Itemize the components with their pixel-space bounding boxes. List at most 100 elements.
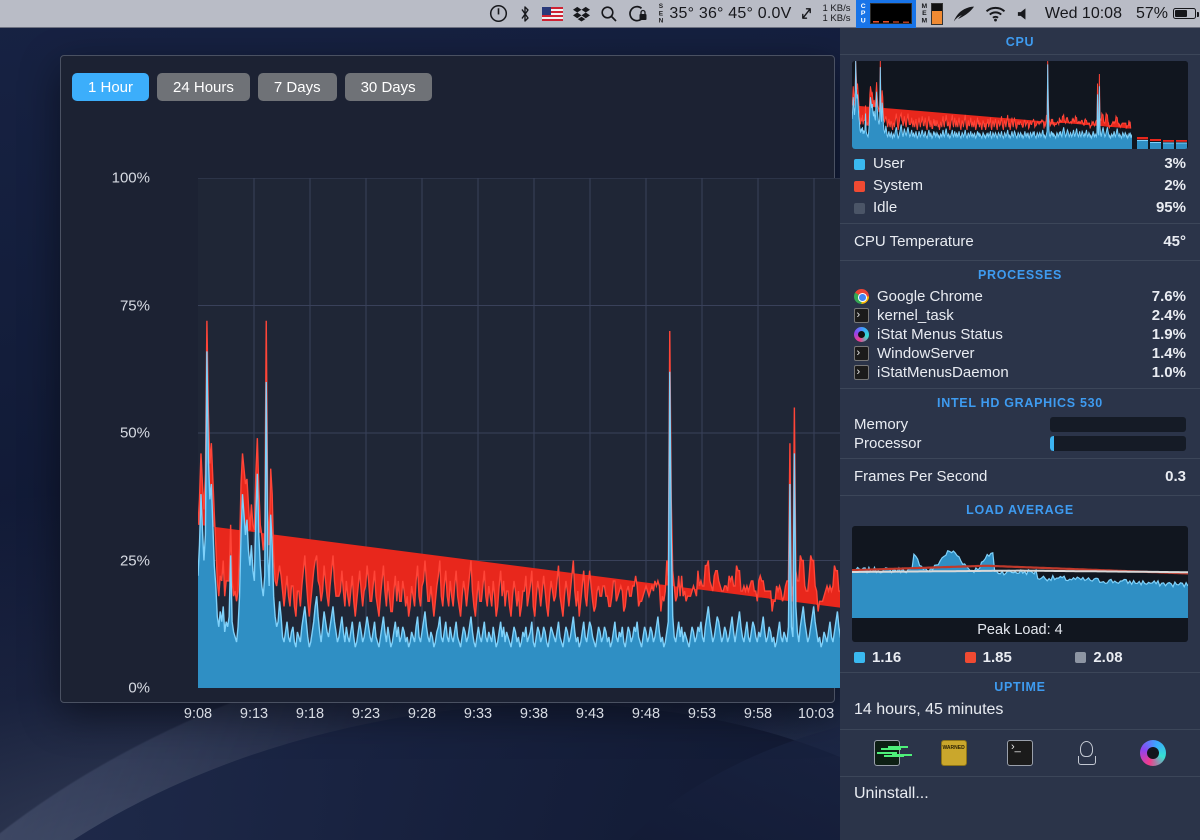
cpu-temperature-value: 45° bbox=[1163, 232, 1186, 252]
console-icon-text: WARNED bbox=[942, 745, 964, 751]
y-tick-50: 50% bbox=[70, 425, 150, 442]
cpu-legend-idle-value: 95% bbox=[1156, 198, 1186, 218]
menubar-clock[interactable]: Wed 10:08 bbox=[1038, 0, 1129, 28]
tab-30-days[interactable]: 30 Days bbox=[345, 73, 432, 101]
battery-icon[interactable] bbox=[1173, 8, 1196, 19]
terminal-icon bbox=[854, 308, 869, 323]
process-row[interactable]: iStatMenusDaemon 1.0% bbox=[840, 363, 1200, 388]
quick-launch-icons: WARNED bbox=[840, 730, 1200, 776]
istat-menus-dropdown: CPU bbox=[840, 28, 1200, 840]
gpu-processor-label: Processor bbox=[854, 435, 922, 452]
volume-icon[interactable] bbox=[1011, 0, 1038, 28]
gpu-processor-fill bbox=[1050, 436, 1054, 451]
cpu-history-main bbox=[852, 61, 1132, 149]
gpu-section-title: INTEL HD GRAPHICS 530 bbox=[840, 389, 1200, 415]
load-legend-15min: 2.08 bbox=[1075, 649, 1186, 666]
uptime-row: 14 hours, 45 minutes bbox=[840, 699, 1200, 729]
cpu-chart: 100% 75% 50% 25% 0% 9:08 9:13 9:18 9:23 … bbox=[61, 114, 836, 704]
process-value: 1.0% bbox=[1152, 363, 1186, 382]
us-flag-icon[interactable] bbox=[537, 0, 568, 28]
process-row[interactable]: WindowServer 1.4% bbox=[840, 344, 1200, 363]
network-down-value: 1 KB/s bbox=[822, 14, 850, 24]
system-information-icon[interactable] bbox=[1073, 740, 1099, 766]
cpu-history-window: 1 Hour 24 Hours 7 Days 30 Days 100% 75% … bbox=[60, 55, 835, 703]
tab-24-hours[interactable]: 24 Hours bbox=[157, 73, 250, 101]
x-tick-11: 10:03 bbox=[798, 706, 834, 722]
process-name: iStatMenusDaemon bbox=[877, 363, 1009, 382]
console-icon[interactable]: WARNED bbox=[941, 740, 967, 766]
process-value: 7.6% bbox=[1152, 287, 1186, 306]
cpu-legend-user-value: 3% bbox=[1164, 154, 1186, 174]
battery-percent[interactable]: 57% bbox=[1129, 0, 1170, 28]
activity-monitor-icon[interactable] bbox=[874, 740, 900, 766]
process-row[interactable]: iStat Menus Status 1.9% bbox=[840, 325, 1200, 344]
sensor-readings[interactable]: 35° 36° 45° 0.0V bbox=[665, 0, 795, 28]
process-row[interactable]: Google Chrome 7.6% bbox=[840, 287, 1200, 306]
x-tick-7: 9:43 bbox=[576, 706, 604, 722]
load-5min-value: 1.85 bbox=[983, 649, 1012, 666]
menu-bar: SEN 35° 36° 45° 0.0V 1 KB/s 1 KB/s CPU bbox=[0, 0, 1200, 28]
y-tick-100: 100% bbox=[70, 170, 150, 187]
load-average-graph bbox=[852, 526, 1188, 618]
fps-row: Frames Per Second 0.3 bbox=[840, 459, 1200, 495]
terminal-icon bbox=[854, 346, 869, 361]
load-15min-swatch bbox=[1075, 652, 1086, 663]
menu-bar-status-items: SEN 35° 36° 45° 0.0V 1 KB/s 1 KB/s CPU bbox=[484, 0, 1200, 28]
menubar-mem-label: MEM bbox=[921, 3, 928, 25]
network-up-value: 1 KB/s bbox=[822, 4, 850, 14]
load-5min-swatch bbox=[965, 652, 976, 663]
terminal-icon bbox=[854, 365, 869, 380]
processes-section-title: PROCESSES bbox=[840, 261, 1200, 287]
cpu-legend-user-label: User bbox=[873, 154, 905, 174]
menubar-istat-cpu-item[interactable]: CPU bbox=[856, 0, 915, 28]
x-tick-8: 9:48 bbox=[632, 706, 660, 722]
x-tick-0: 9:08 bbox=[184, 706, 212, 722]
uninstall-menu-item[interactable]: Uninstall... bbox=[840, 777, 1200, 811]
process-name: iStat Menus Status bbox=[877, 325, 1003, 344]
cpu-legend-system-label: System bbox=[873, 176, 923, 196]
peak-load-label: Peak Load: 4 bbox=[852, 618, 1188, 642]
gpu-processor-bar bbox=[1050, 436, 1186, 451]
process-value: 1.4% bbox=[1152, 344, 1186, 363]
search-icon[interactable] bbox=[595, 0, 623, 28]
menubar-mem-fill bbox=[932, 11, 942, 23]
cpu-legend-system: System 2% bbox=[840, 175, 1200, 197]
menubar-istat-mem-item[interactable]: MEM bbox=[916, 0, 948, 28]
time-range-segmented-control[interactable]: 1 Hour 24 Hours 7 Days 30 Days bbox=[72, 73, 432, 101]
network-throughput[interactable]: 1 KB/s 1 KB/s bbox=[818, 4, 856, 24]
process-value: 1.9% bbox=[1152, 325, 1186, 344]
cpu-section-title: CPU bbox=[840, 28, 1200, 54]
x-tick-9: 9:53 bbox=[688, 706, 716, 722]
bluetooth-icon[interactable] bbox=[513, 0, 537, 28]
divider bbox=[840, 54, 1200, 55]
gpu-memory-bar bbox=[1050, 417, 1186, 432]
cpu-legend-idle-label: Idle bbox=[873, 198, 897, 218]
battery-fill bbox=[1175, 10, 1187, 17]
expand-arrows-icon[interactable] bbox=[795, 0, 818, 28]
power-icon[interactable] bbox=[484, 0, 513, 28]
cpu-legend-system-value: 2% bbox=[1164, 176, 1186, 196]
process-row[interactable]: kernel_task 2.4% bbox=[840, 306, 1200, 325]
istat-menus-icon[interactable] bbox=[1140, 740, 1166, 766]
tab-7-days[interactable]: 7 Days bbox=[258, 73, 337, 101]
wifi-icon[interactable] bbox=[980, 0, 1011, 28]
feather-icon[interactable] bbox=[948, 0, 980, 28]
load-15min-value: 2.08 bbox=[1093, 649, 1122, 666]
load-average-section-title: LOAD AVERAGE bbox=[840, 496, 1200, 522]
vpn-lock-icon[interactable] bbox=[623, 0, 653, 28]
menubar-cpu-label: CPU bbox=[859, 3, 866, 25]
cpu-current-bars bbox=[1136, 61, 1188, 149]
gpu-memory-row: Memory bbox=[840, 415, 1200, 434]
user-color-swatch bbox=[854, 159, 865, 170]
chrome-icon bbox=[854, 289, 869, 304]
cpu-legend-user: User 3% bbox=[840, 153, 1200, 175]
tab-1-hour[interactable]: 1 Hour bbox=[72, 73, 149, 101]
cpu-temperature-row: CPU Temperature 45° bbox=[840, 224, 1200, 260]
fps-label: Frames Per Second bbox=[854, 467, 987, 487]
dropbox-icon[interactable] bbox=[568, 0, 595, 28]
cpu-legend-idle: Idle 95% bbox=[840, 197, 1200, 223]
uptime-section-title: UPTIME bbox=[840, 673, 1200, 699]
x-tick-10: 9:58 bbox=[744, 706, 772, 722]
terminal-icon[interactable] bbox=[1007, 740, 1033, 766]
process-name: WindowServer bbox=[877, 344, 975, 363]
